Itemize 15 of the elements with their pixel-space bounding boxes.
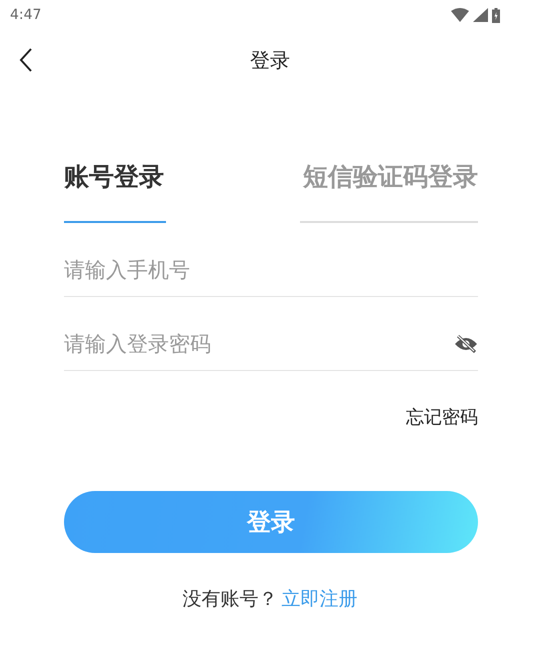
signal-icon [473, 8, 488, 22]
eye-toggle-icon[interactable] [454, 334, 478, 352]
register-prompt: 没有账号？ [182, 587, 278, 612]
password-field[interactable]: 请输入登录密码 [64, 332, 454, 356]
login-tab[interactable]: 短信验证码登录 [300, 140, 478, 223]
back-icon[interactable] [19, 48, 33, 72]
login-tab[interactable]: 账号登录 [64, 140, 166, 223]
phone-field[interactable]: 请输入手机号 [64, 258, 478, 282]
battery-icon [492, 8, 500, 22]
login-button[interactable]: 登录 [64, 491, 478, 553]
page-title: 登录 [250, 46, 290, 74]
wifi-icon [451, 8, 469, 22]
register-link[interactable]: 立即注册 [282, 586, 358, 612]
forgot-password-link[interactable]: 忘记密码 [406, 405, 478, 429]
status-time: 4:47 [10, 7, 42, 23]
